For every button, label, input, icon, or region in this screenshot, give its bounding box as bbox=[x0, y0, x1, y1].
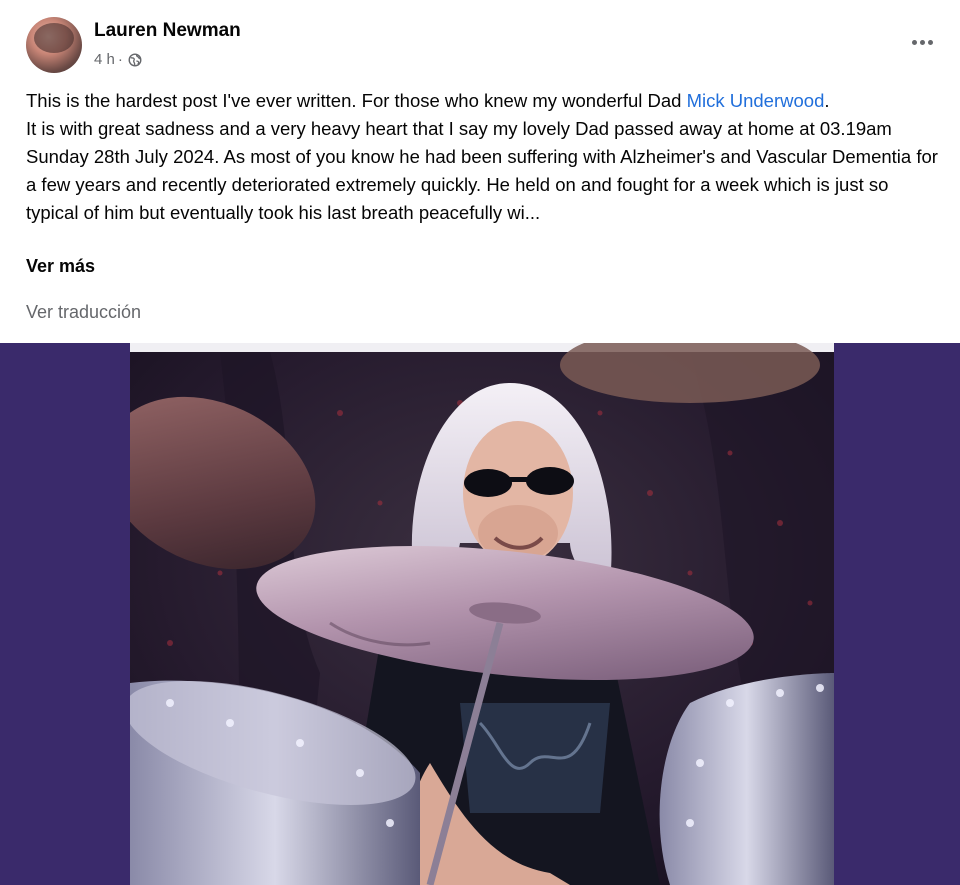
drummer-photo-illustration bbox=[130, 343, 834, 885]
more-options-button[interactable] bbox=[904, 28, 940, 56]
post-body-intro: This is the hardest post I've ever writt… bbox=[26, 87, 938, 115]
see-translation-link[interactable]: Ver traducción bbox=[26, 302, 141, 323]
post-time[interactable]: 4 h bbox=[94, 51, 115, 68]
post-header: Lauren Newman 4 h · bbox=[0, 0, 960, 80]
meta-separator: · bbox=[117, 51, 123, 68]
post-card: Lauren Newman 4 h · This is the hardest … bbox=[0, 0, 960, 885]
author-name[interactable]: Lauren Newman bbox=[94, 20, 241, 42]
post-meta: 4 h · bbox=[94, 51, 142, 68]
body-intro-end: . bbox=[824, 90, 830, 111]
mention-link[interactable]: Mick Underwood bbox=[687, 90, 825, 111]
post-photo[interactable] bbox=[130, 343, 834, 885]
see-more-button[interactable]: Ver más bbox=[26, 256, 95, 277]
post-body-main: It is with great sadness and a very heav… bbox=[26, 118, 938, 223]
post-body: This is the hardest post I've ever writt… bbox=[26, 87, 938, 227]
globe-icon[interactable] bbox=[128, 53, 142, 67]
body-intro-text: This is the hardest post I've ever writt… bbox=[26, 90, 687, 111]
more-horizontal-icon bbox=[911, 39, 933, 45]
post-media bbox=[0, 343, 960, 885]
avatar[interactable] bbox=[26, 17, 82, 73]
